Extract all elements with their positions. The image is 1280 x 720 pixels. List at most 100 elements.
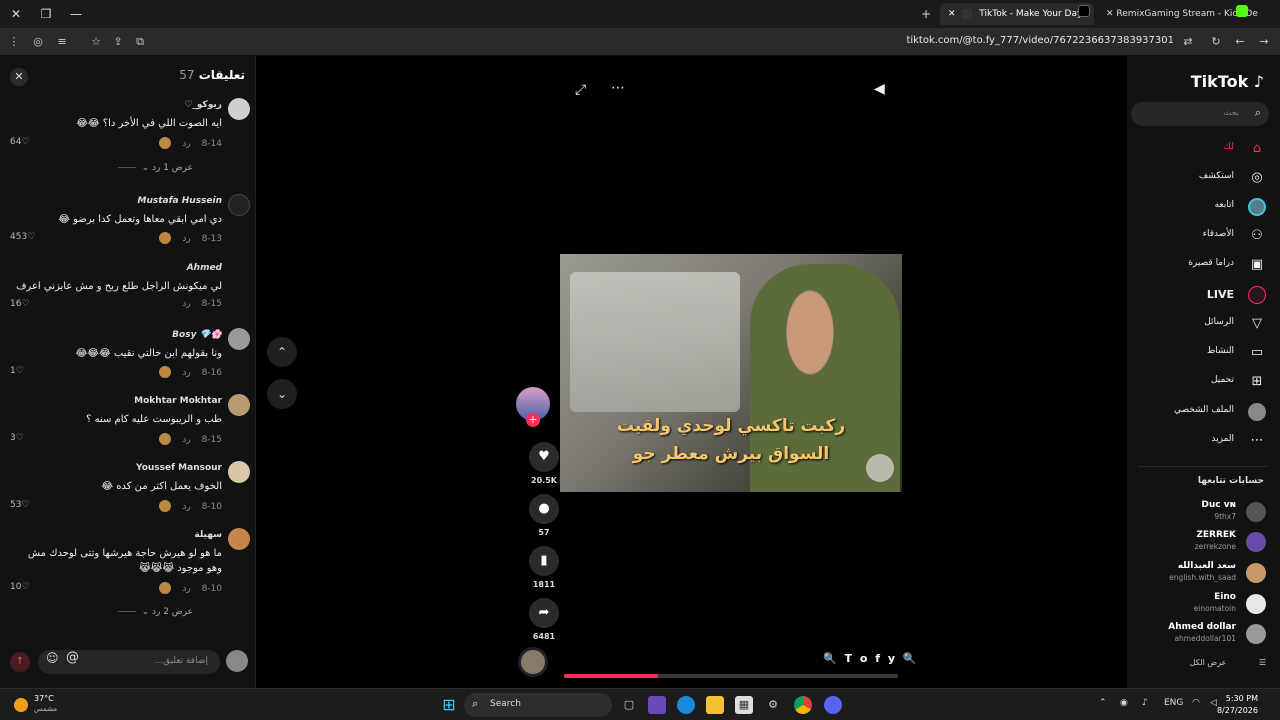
chrome-icon[interactable] bbox=[794, 696, 812, 714]
following-account[interactable]: ZERREK zerrekzone bbox=[1136, 530, 1266, 556]
nav-messages[interactable]: ▽ الرسائل bbox=[1141, 313, 1266, 335]
microphone-icon[interactable]: ♪ bbox=[1142, 698, 1148, 708]
reload-icon[interactable]: ↻ bbox=[1208, 34, 1224, 50]
discord-icon[interactable] bbox=[824, 696, 842, 714]
comment-likes[interactable]: 1♡ bbox=[10, 366, 24, 376]
emoji-icon[interactable]: ☺ bbox=[46, 651, 59, 665]
reply-button[interactable]: رد bbox=[182, 502, 190, 512]
tiktok-logo[interactable]: ♪ TikTok bbox=[1191, 72, 1264, 91]
minimize-window-icon[interactable]: — bbox=[68, 6, 84, 22]
settings-gear-icon[interactable]: ⚙ bbox=[764, 696, 782, 714]
windows-start-icon[interactable]: ⊞ bbox=[440, 696, 458, 714]
follow-plus-icon[interactable]: + bbox=[526, 413, 540, 427]
wifi-icon[interactable]: ◠ bbox=[1192, 698, 1200, 708]
close-comments-icon[interactable]: ✕ bbox=[10, 68, 28, 86]
avatar[interactable] bbox=[228, 528, 250, 550]
nav-live[interactable]: LIVE bbox=[1141, 284, 1266, 306]
fullscreen-icon[interactable]: ⤢ bbox=[575, 82, 586, 98]
nav-short-drama[interactable]: ▣ دراما قصيرة bbox=[1141, 254, 1266, 276]
nav-for-you[interactable]: ⌂ لك bbox=[1141, 138, 1266, 160]
bookmark-star-icon[interactable]: ☆ bbox=[88, 34, 104, 50]
system-clock[interactable]: 5:30 PM 8/27/2026 bbox=[1217, 693, 1258, 717]
comment-author[interactable]: Ahmed bbox=[187, 263, 222, 273]
tab-close-icon[interactable]: ✕ bbox=[948, 9, 956, 19]
comment-likes[interactable]: 10♡ bbox=[10, 582, 30, 592]
network-icon[interactable]: ◉ bbox=[1120, 698, 1128, 708]
like-action[interactable]: ♥ 20.5K bbox=[518, 442, 570, 485]
comment-author[interactable]: Mokhtar Mokhtar bbox=[134, 396, 222, 406]
comment-author[interactable]: Mustafa Hussein bbox=[138, 196, 222, 206]
heart-icon[interactable]: ♥ bbox=[529, 442, 559, 472]
following-account[interactable]: Duc ᴠɴ 9thx7 bbox=[1136, 500, 1266, 526]
tab-kick[interactable]: ✕ RemixGaming Stream - Kick De bbox=[1098, 3, 1258, 25]
comment-likes[interactable]: 3♡ bbox=[10, 433, 24, 443]
avatar[interactable] bbox=[228, 328, 250, 350]
bookmark-icon[interactable]: ▮ bbox=[529, 546, 559, 576]
share-action[interactable]: ➦ 6481 bbox=[518, 598, 570, 641]
comment-bubble-icon[interactable]: ● bbox=[529, 494, 559, 524]
video-player[interactable]: ركبت تاكسي لوحدي ولقيت السواق بيرش معطر … bbox=[560, 254, 902, 492]
tab-search-icon[interactable]: ⇄ bbox=[1180, 34, 1196, 50]
reader-icon[interactable]: ≡ bbox=[54, 34, 70, 50]
previous-video-icon[interactable]: ⌃ bbox=[267, 337, 297, 367]
nav-friends[interactable]: ⚇ الأصدقاء bbox=[1141, 225, 1266, 247]
forward-icon[interactable]: ← bbox=[1232, 34, 1248, 50]
comment-likes[interactable]: 64♡ bbox=[10, 137, 30, 147]
file-explorer-icon[interactable] bbox=[706, 696, 724, 714]
comment-likes[interactable]: 53♡ bbox=[10, 500, 30, 510]
comment-author[interactable]: Youssef Mansour bbox=[136, 463, 222, 473]
tab-close-icon[interactable]: ✕ bbox=[1106, 9, 1114, 19]
reply-button[interactable]: رد bbox=[182, 139, 190, 149]
avatar[interactable] bbox=[228, 461, 250, 483]
following-account[interactable]: سعد العبدالله english.with_saad bbox=[1136, 561, 1266, 587]
avatar[interactable] bbox=[228, 194, 250, 216]
following-account[interactable]: Eino einomatoin bbox=[1136, 592, 1266, 618]
nav-explore[interactable]: ◎ استكشف bbox=[1141, 167, 1266, 189]
more-options-icon[interactable]: ⋯ bbox=[611, 80, 625, 96]
close-window-icon[interactable]: ✕ bbox=[8, 6, 24, 22]
save-action[interactable]: ▮ 1811 bbox=[518, 546, 570, 589]
following-account[interactable]: Ahmed dollar ahmeddollar101 bbox=[1136, 622, 1266, 648]
nav-following[interactable]: اتابعه bbox=[1141, 196, 1266, 218]
avatar[interactable] bbox=[228, 394, 250, 416]
url-text[interactable]: tiktok.com/@to.fy_777/video/767223663738… bbox=[906, 35, 1174, 46]
nav-activity[interactable]: ▭ النشاط bbox=[1141, 342, 1266, 364]
copilot-icon[interactable] bbox=[648, 696, 666, 714]
reply-button[interactable]: رد bbox=[182, 299, 190, 309]
volume-icon[interactable]: ◀ bbox=[874, 81, 885, 97]
reply-button[interactable]: رد bbox=[182, 435, 190, 445]
nav-more[interactable]: ⋯ المزيد bbox=[1141, 430, 1266, 452]
edge-icon[interactable] bbox=[677, 696, 695, 714]
next-video-icon[interactable]: ⌄ bbox=[267, 379, 297, 409]
task-view-icon[interactable]: ▢ bbox=[620, 696, 638, 714]
video-progress-bar[interactable] bbox=[564, 674, 898, 678]
comment-author[interactable]: ريوكو_♡ bbox=[184, 100, 222, 110]
extensions-icon[interactable]: ⧉ bbox=[132, 34, 148, 50]
back-icon[interactable]: → bbox=[1256, 34, 1272, 50]
comment-likes[interactable]: 453♡ bbox=[10, 232, 35, 242]
see-all-button[interactable]: ☰ عرض الكل bbox=[1190, 658, 1266, 667]
store-icon[interactable]: ▦ bbox=[735, 696, 753, 714]
view-replies-button[interactable]: عرض 2 رد ⌄ bbox=[118, 607, 193, 617]
reply-button[interactable]: رد bbox=[182, 368, 190, 378]
menu-dots-icon[interactable]: ⋮ bbox=[6, 34, 22, 50]
comment-author[interactable]: 🌸💎 Bosy bbox=[172, 330, 222, 340]
taskbar-search[interactable]: ⌕ Search bbox=[464, 693, 612, 717]
mention-icon[interactable]: @ bbox=[66, 650, 79, 665]
comment-author[interactable]: سهيلة bbox=[194, 530, 222, 540]
restore-window-icon[interactable]: ❐ bbox=[38, 6, 54, 22]
reply-button[interactable]: رد bbox=[182, 234, 190, 244]
tab-tiktok[interactable]: ✕ TikTok - Make Your Day bbox=[940, 3, 1094, 25]
share-icon[interactable]: ⇪ bbox=[110, 34, 126, 50]
comment-likes[interactable]: 16♡ bbox=[10, 299, 30, 309]
reply-button[interactable]: رد bbox=[182, 584, 190, 594]
search-icon[interactable]: ⌕ bbox=[1255, 106, 1261, 120]
nav-upload[interactable]: ⊞ تحميل bbox=[1141, 371, 1266, 393]
comment-action[interactable]: ● 57 bbox=[518, 494, 570, 537]
tray-chevron-icon[interactable]: ⌃ bbox=[1099, 698, 1107, 708]
shield-icon[interactable]: ◎ bbox=[30, 34, 46, 50]
speaker-icon[interactable]: ◁ bbox=[1210, 698, 1217, 708]
view-replies-button[interactable]: عرض 1 رد ⌄ bbox=[118, 163, 193, 173]
nav-profile[interactable]: الملف الشخصي bbox=[1141, 401, 1266, 423]
avatar[interactable] bbox=[228, 98, 250, 120]
